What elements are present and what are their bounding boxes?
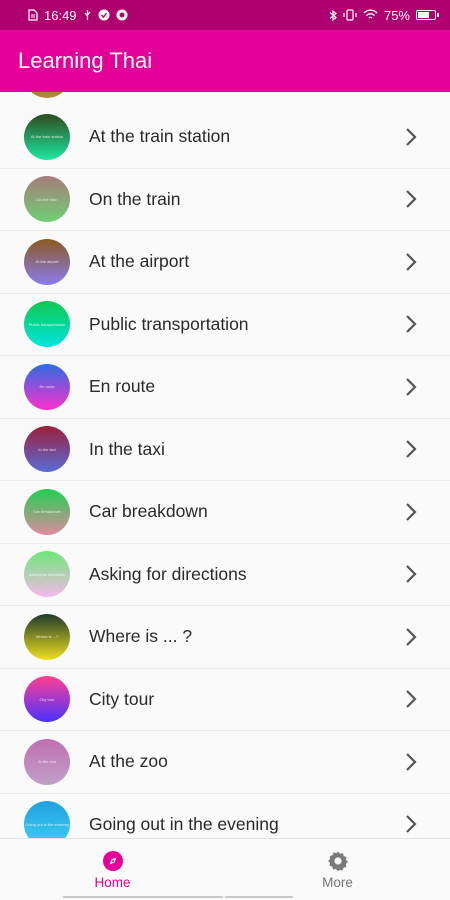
lesson-item[interactable]: City tour City tour bbox=[0, 668, 450, 731]
lesson-thumbnail: At the train station bbox=[24, 113, 70, 160]
bluetooth-icon bbox=[329, 9, 337, 21]
lesson-label: En route bbox=[89, 376, 156, 397]
lesson-item[interactable]: En route En route bbox=[0, 356, 450, 419]
lesson-item[interactable]: At the zoo At the zoo bbox=[0, 731, 450, 794]
lesson-label: At the zoo bbox=[89, 751, 168, 772]
chevron-right-icon bbox=[406, 190, 417, 209]
battery-icon bbox=[416, 10, 439, 20]
lesson-label: Asking for directions bbox=[89, 563, 247, 584]
lesson-item[interactable]: At the airport At the airport bbox=[0, 231, 450, 294]
lesson-thumbnail-text: At the train station bbox=[30, 134, 64, 140]
compass-icon bbox=[102, 851, 123, 871]
battery-percent: 75% bbox=[383, 7, 410, 23]
usb-icon bbox=[84, 10, 91, 20]
lesson-thumbnail: En route bbox=[24, 363, 70, 410]
chevron-right-icon bbox=[406, 815, 417, 834]
lesson-item[interactable]: Public transportation Public transportati… bbox=[0, 293, 450, 356]
status-right: 75% bbox=[329, 7, 439, 23]
lesson-label: Going out in the evening bbox=[89, 813, 279, 834]
wifi-icon bbox=[363, 9, 378, 19]
lesson-label: Car breakdown bbox=[89, 501, 208, 522]
lesson-thumbnail: At the zoo bbox=[24, 738, 70, 785]
chevron-right-icon bbox=[406, 440, 417, 459]
nav-home-label: Home bbox=[94, 875, 131, 890]
app-bar: Learning Thai bbox=[0, 30, 450, 92]
lesson-thumbnail: In the taxi bbox=[24, 426, 70, 473]
nav-more-label: More bbox=[322, 875, 353, 890]
nav-more-tab[interactable]: More bbox=[225, 839, 450, 900]
chevron-right-icon bbox=[406, 690, 417, 709]
lesson-label: On the train bbox=[89, 188, 181, 209]
nav-home-tab[interactable]: Home bbox=[0, 839, 225, 900]
lesson-thumbnail: City tour bbox=[24, 676, 70, 723]
lesson-thumbnail-text: At the zoo bbox=[37, 759, 56, 765]
gear-icon bbox=[327, 851, 348, 872]
lesson-item[interactable]: Car breakdown Car breakdown bbox=[0, 481, 450, 544]
lesson-thumbnail-text: At the airport bbox=[35, 259, 59, 265]
chevron-right-icon bbox=[406, 377, 417, 396]
chevron-right-icon bbox=[406, 252, 417, 271]
chevron-right-icon bbox=[406, 752, 417, 771]
lesson-item[interactable]: Where is ...? Where is ... ? bbox=[0, 606, 450, 669]
app-title: Learning Thai bbox=[18, 48, 153, 73]
lesson-label: At the airport bbox=[89, 251, 190, 272]
lesson-label: At the train station bbox=[89, 126, 231, 147]
nav-home-indicator bbox=[63, 896, 223, 898]
lesson-label: Where is ... ? bbox=[89, 626, 193, 647]
lesson-item[interactable]: Going out in the evening Going out in the… bbox=[0, 793, 450, 838]
message-icon bbox=[116, 9, 128, 21]
lesson-thumbnail-text: Public transportation bbox=[28, 321, 66, 327]
lesson-thumbnail: Where is ...? bbox=[24, 613, 70, 660]
lesson-thumbnail-text: Where is ...? bbox=[35, 634, 59, 640]
lesson-thumbnail: At the airport bbox=[24, 238, 70, 285]
lesson-item[interactable]: Asking for directions Asking for directio… bbox=[0, 543, 450, 606]
previous-lesson-thumbnail[interactable] bbox=[28, 92, 66, 98]
status-left: 16:49 bbox=[28, 8, 128, 23]
lesson-thumbnail: Public transportation bbox=[24, 301, 70, 348]
lesson-thumbnail-text: Asking for directions bbox=[28, 571, 65, 577]
lesson-thumbnail-text: In the taxi bbox=[38, 446, 56, 452]
lesson-label: City tour bbox=[89, 688, 155, 709]
lesson-thumbnail-text: Car breakdown bbox=[33, 509, 61, 515]
lesson-thumbnail-text: City tour bbox=[39, 696, 55, 702]
lesson-list[interactable]: At the train station At the train station… bbox=[0, 92, 450, 838]
check-icon bbox=[98, 9, 110, 21]
lesson-thumbnail-text: En route bbox=[39, 384, 55, 390]
lesson-thumbnail: Asking for directions bbox=[24, 551, 70, 598]
chevron-right-icon bbox=[406, 502, 417, 521]
chevron-right-icon bbox=[406, 627, 417, 646]
lesson-thumbnail: Going out in the evening bbox=[24, 801, 70, 838]
chevron-right-icon bbox=[406, 127, 417, 146]
lesson-label: Public transportation bbox=[89, 313, 249, 334]
nav-more-indicator bbox=[225, 896, 293, 898]
lesson-thumbnail-text: Going out in the evening bbox=[25, 821, 69, 827]
lesson-item[interactable]: On the train On the train bbox=[0, 168, 450, 231]
battery-fill bbox=[418, 12, 430, 18]
status-bar: 16:49 75% bbox=[0, 0, 450, 30]
document-icon bbox=[28, 9, 38, 21]
lesson-label: In the taxi bbox=[89, 438, 165, 459]
chevron-right-icon bbox=[406, 315, 417, 334]
status-time: 16:49 bbox=[44, 7, 77, 23]
lesson-thumbnail: Car breakdown bbox=[24, 488, 70, 535]
lesson-thumbnail: On the train bbox=[24, 176, 70, 223]
vibrate-icon bbox=[343, 9, 357, 21]
chevron-right-icon bbox=[406, 565, 417, 584]
lesson-thumbnail-text: On the train bbox=[36, 196, 58, 202]
bottom-nav: Home More bbox=[0, 838, 450, 900]
lesson-item[interactable]: At the train station At the train station bbox=[0, 106, 450, 169]
lesson-item[interactable]: In the taxi In the taxi bbox=[0, 418, 450, 481]
